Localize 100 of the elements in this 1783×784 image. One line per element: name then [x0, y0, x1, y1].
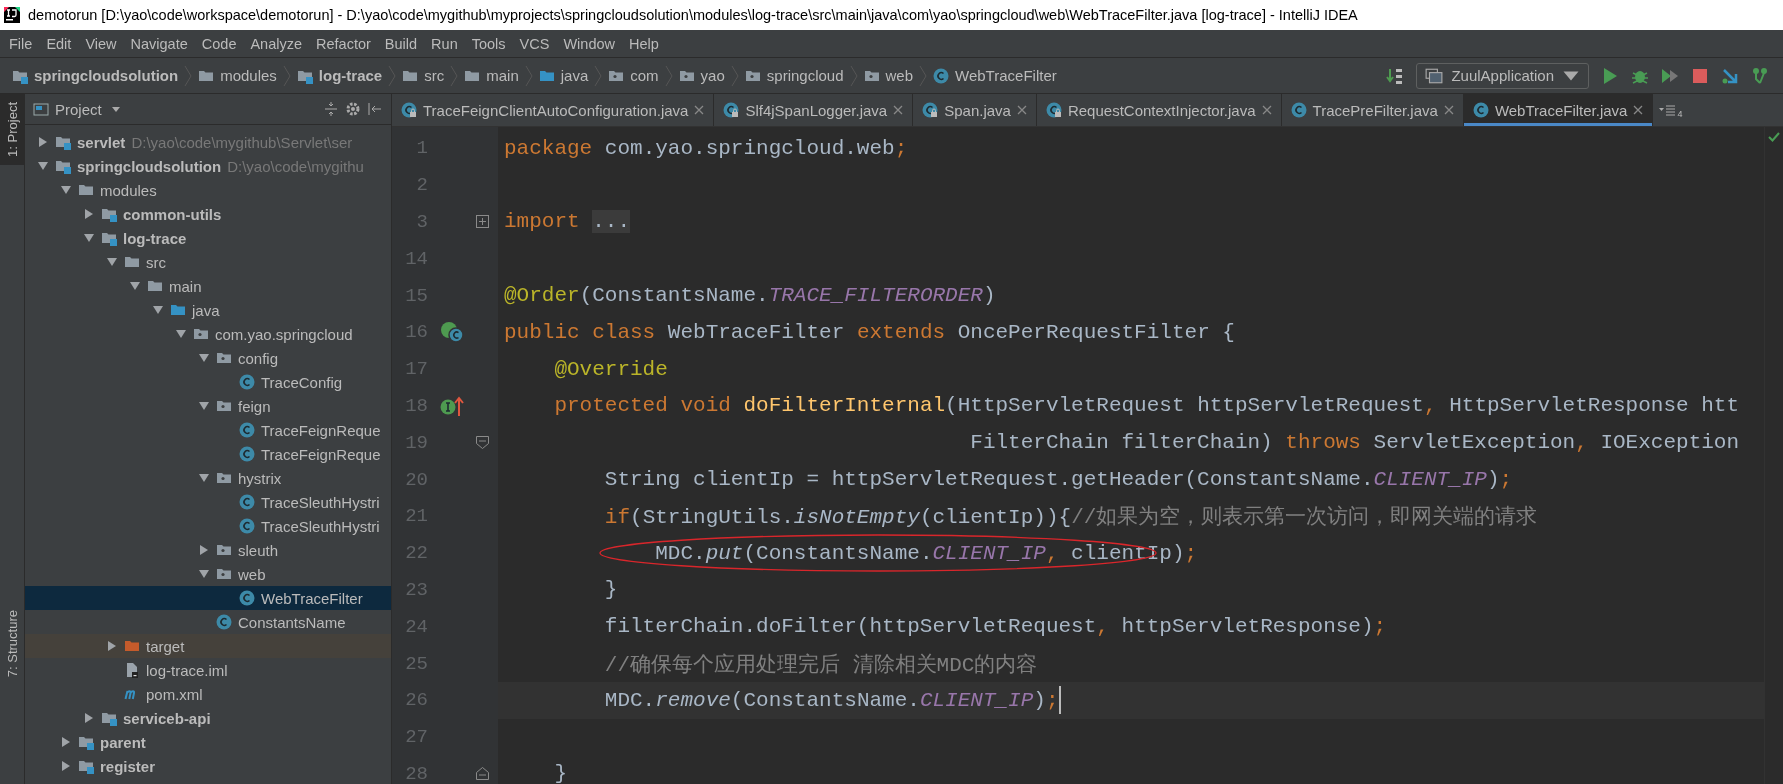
editor-tab[interactable]: TracePreFilter.java — [1281, 94, 1464, 126]
menu-item[interactable]: Help — [622, 35, 666, 52]
tree-item[interactable]: TraceFeignReque — [25, 442, 391, 466]
tree-item[interactable]: target — [25, 634, 391, 658]
editor-tab[interactable]: Span.java — [913, 94, 1037, 126]
tree-item[interactable]: web — [25, 562, 391, 586]
tree-item[interactable]: config — [25, 346, 391, 370]
expanded-arrow-icon[interactable] — [152, 304, 164, 316]
collapsed-arrow-icon[interactable] — [60, 736, 72, 748]
tree-item[interactable]: java — [25, 298, 391, 322]
menu-item[interactable]: Refactor — [309, 35, 378, 52]
expanded-arrow-icon[interactable] — [83, 232, 95, 244]
editor-tab[interactable]: WebTraceFilter.java — [1463, 94, 1654, 126]
menu-item[interactable]: Run — [424, 35, 465, 52]
collapsed-arrow-icon[interactable] — [37, 136, 49, 148]
breadcrumb[interactable]: com — [608, 67, 659, 84]
close-icon[interactable] — [893, 105, 904, 115]
menu-item[interactable]: VCS — [512, 35, 557, 52]
expanded-arrow-icon[interactable] — [175, 328, 187, 340]
tool-window-tab[interactable]: 1: Project — [0, 94, 24, 165]
coverage-icon[interactable] — [1661, 66, 1679, 85]
breadcrumb[interactable]: java — [538, 67, 589, 84]
close-icon[interactable] — [1261, 105, 1272, 115]
tree-item[interactable]: WebTraceFilter — [25, 586, 391, 610]
tree-item[interactable]: ConstantsName — [25, 610, 391, 634]
sort-icon[interactable] — [1386, 66, 1405, 85]
close-icon[interactable] — [1633, 105, 1644, 115]
collapsed-arrow-icon[interactable] — [60, 760, 72, 772]
menu-item[interactable]: View — [78, 35, 124, 52]
run-icon[interactable] — [1601, 66, 1619, 85]
run-config-dropdown[interactable]: ZuulApplication — [1416, 62, 1589, 89]
close-icon[interactable] — [1443, 105, 1454, 115]
tree-item[interactable]: sleuth — [25, 538, 391, 562]
breadcrumb[interactable]: web — [863, 67, 914, 84]
expanded-arrow-icon[interactable] — [37, 160, 49, 172]
tree-item[interactable]: common-utils — [25, 202, 391, 226]
breadcrumb[interactable]: src — [402, 67, 445, 84]
tree-item[interactable]: TraceSleuthHystri — [25, 514, 391, 538]
collapsed-arrow-icon[interactable] — [83, 712, 95, 724]
expanded-arrow-icon[interactable] — [198, 352, 210, 364]
expanded-arrow-icon[interactable] — [198, 568, 210, 580]
collapsed-arrow-icon[interactable] — [198, 544, 210, 556]
expanded-arrow-icon[interactable] — [129, 280, 141, 292]
tree-item[interactable]: serviceb-api — [25, 706, 391, 730]
expanded-arrow-icon[interactable] — [198, 400, 210, 412]
tree-item[interactable]: TraceConfig — [25, 370, 391, 394]
tree-item[interactable]: springcloudsolution D:\yao\code\mygithu — [25, 154, 391, 178]
breadcrumb[interactable]: yao — [678, 67, 725, 84]
tree-item[interactable]: TraceSleuthHystri — [25, 490, 391, 514]
breadcrumb[interactable]: springcloud — [744, 67, 844, 84]
collapsed-arrow-icon[interactable] — [83, 208, 95, 220]
settings-icon[interactable] — [345, 101, 361, 117]
expanded-arrow-icon[interactable] — [60, 184, 72, 196]
commit-icon[interactable] — [1751, 66, 1769, 85]
expand-fold-icon[interactable] — [476, 215, 489, 229]
menu-item[interactable]: Code — [194, 35, 244, 52]
package-icon — [216, 398, 232, 414]
subclassed-icon[interactable] — [439, 320, 465, 345]
tree-item[interactable]: parent — [25, 730, 391, 754]
collapsed-arrow-icon[interactable] — [106, 640, 118, 652]
expanded-arrow-icon[interactable] — [106, 256, 118, 268]
tool-window-tab[interactable]: 7: Structure — [0, 601, 24, 685]
breadcrumb[interactable]: springcloudsolution — [12, 67, 179, 84]
tree-item[interactable]: log-trace — [25, 226, 391, 250]
breadcrumb[interactable]: main — [464, 67, 519, 84]
stop-icon[interactable] — [1691, 66, 1709, 85]
expanded-arrow-icon[interactable] — [198, 472, 210, 484]
menu-item[interactable]: File — [2, 35, 40, 52]
collapse-fold-icon[interactable] — [476, 767, 489, 781]
menu-item[interactable]: Edit — [39, 35, 79, 52]
tree-item[interactable]: main — [25, 274, 391, 298]
tree-item[interactable]: pom.xml — [25, 682, 391, 706]
tree-item[interactable]: hystrix — [25, 466, 391, 490]
breadcrumb[interactable]: modules — [198, 67, 277, 84]
collapse-fold-icon[interactable] — [476, 436, 489, 450]
menu-item[interactable]: Navigate — [123, 35, 195, 52]
editor-tab[interactable]: TraceFeignClientAutoConfiguration.java — [392, 94, 715, 126]
editor-tab[interactable]: RequestContextInjector.java — [1036, 94, 1282, 126]
collapse-all-icon[interactable] — [323, 101, 339, 117]
tree-item[interactable]: register — [25, 754, 391, 778]
tab-list-button[interactable]: 4 — [1653, 94, 1689, 126]
tree-item[interactable]: modules — [25, 178, 391, 202]
tree-item[interactable]: feign — [25, 394, 391, 418]
menu-item[interactable]: Analyze — [243, 35, 310, 52]
menu-item[interactable]: Window — [556, 35, 622, 52]
panel-title[interactable]: Project — [55, 100, 102, 118]
breadcrumb[interactable]: log-trace — [296, 67, 383, 84]
menu-item[interactable]: Build — [377, 35, 425, 52]
tree-item[interactable]: log-trace.iml — [25, 658, 391, 682]
tree-item[interactable]: src — [25, 250, 391, 274]
tree-item[interactable]: servlet D:\yao\code\mygithub\Servlet\ser — [25, 130, 391, 154]
close-icon[interactable] — [1016, 105, 1027, 115]
update-project-icon[interactable] — [1721, 66, 1739, 85]
tree-item[interactable]: TraceFeignReque — [25, 418, 391, 442]
breadcrumb[interactable]: WebTraceFilter — [933, 67, 1057, 84]
hide-icon[interactable] — [367, 101, 383, 117]
editor-tab[interactable]: Slf4jSpanLogger.java — [714, 94, 914, 126]
close-icon[interactable] — [694, 105, 705, 115]
menu-item[interactable]: Tools — [464, 35, 513, 52]
tree-item[interactable]: com.yao.springcloud — [25, 322, 391, 346]
